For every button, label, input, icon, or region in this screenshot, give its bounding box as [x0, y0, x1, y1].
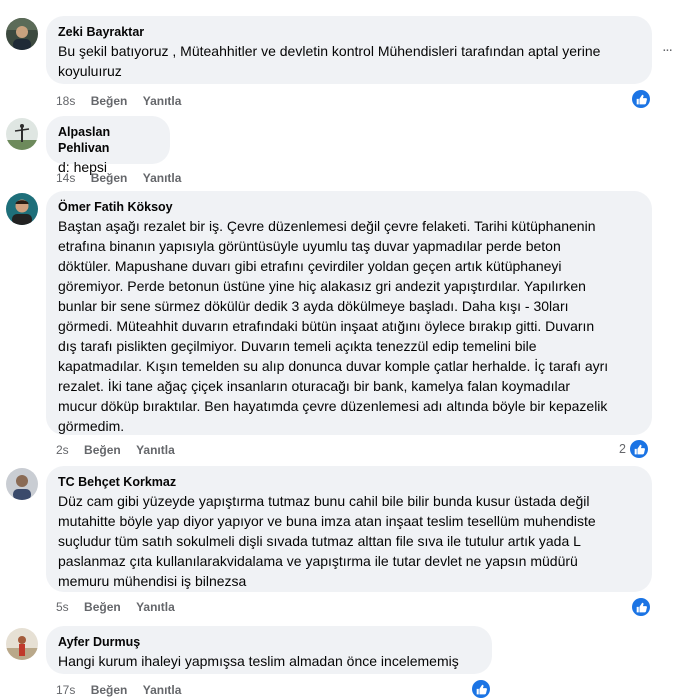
comment-text-line: kapatmadılar. Kışın temelden su alıp don…: [58, 358, 609, 374]
reply-button[interactable]: Yanıtla: [136, 442, 175, 458]
thumbs-up-icon[interactable]: [471, 679, 491, 699]
comment-timestamp[interactable]: 18s: [56, 93, 75, 109]
comment-actions: 18s Beğen Yanıtla: [56, 93, 193, 109]
like-button[interactable]: Beğen: [91, 93, 128, 109]
comment-timestamp[interactable]: 2s: [56, 442, 69, 458]
comment-text-line: mutahitte böyle yap diyor yapıyor ve bun…: [58, 513, 596, 529]
comment-text-line: görmedi. Müteahhit duvarın etrafındaki b…: [58, 318, 595, 334]
thumbs-up-icon[interactable]: [629, 439, 649, 459]
comment-text-line: mucur döküp bıraktılar. Ben hayatımda çe…: [58, 398, 608, 414]
like-button[interactable]: Beğen: [84, 442, 121, 458]
comment-bubble: Zeki Bayraktar Bu şekil batıyoruz , Müte…: [46, 16, 652, 84]
comment-text-line: görmedim.: [58, 418, 125, 434]
comment-actions: 5s Beğen Yanıtla: [56, 599, 187, 615]
avatar[interactable]: [6, 193, 38, 225]
avatar[interactable]: [6, 468, 38, 500]
comment-text-line: Hangi kurum ihaleyi yapmışsa teslim alma…: [58, 653, 459, 669]
reply-button[interactable]: Yanıtla: [136, 599, 175, 615]
comment-author[interactable]: Ömer Fatih Köksoy: [58, 199, 640, 215]
comment-text-line: rezalet. İki tane ağaç çiçek insanların …: [58, 378, 571, 394]
avatar[interactable]: [6, 18, 38, 50]
comment-text-line: bunlar bir sene sürmez dökülür dedik 3 a…: [58, 298, 569, 314]
reply-button[interactable]: Yanıtla: [143, 93, 182, 109]
comment-bubble: Ayfer Durmuş Hangi kurum ihaleyi yapmışs…: [46, 626, 492, 674]
comment-author[interactable]: Alpaslan Pehlivan: [58, 124, 158, 156]
comment-actions: 14s Beğen Yanıtla: [56, 170, 193, 186]
comment-author[interactable]: Ayfer Durmuş: [58, 634, 480, 650]
avatar[interactable]: [6, 118, 38, 150]
like-button[interactable]: Beğen: [91, 170, 128, 186]
comment-text-line: Düz cam gibi yüzeyde yapıştırma tutmaz b…: [58, 493, 590, 509]
comment-text-line: döktüler. Mapushane duvarı gibi etrafını…: [58, 258, 562, 274]
more-options-button[interactable]: ...: [658, 39, 676, 56]
comment-bubble: Alpaslan Pehlivan d: hepsi: [46, 116, 170, 175]
comment-text-line: Baştan aşağı rezalet bir iş. Çevre düzen…: [58, 218, 596, 234]
comment-text-line: Bu şekil batıyoruz , Müteahhitler ve dev…: [58, 43, 601, 59]
comment-text-line: koyuluıruz: [58, 63, 122, 79]
comment-text-line: dış tarafı pislikten geçilmiyor. Duvarın…: [58, 338, 537, 354]
comment-text-line: etrafına binanın yapısıyla görüntüsüyle …: [58, 238, 561, 254]
reply-button[interactable]: Yanıtla: [143, 682, 182, 698]
comment-bubble: Ömer Fatih Köksoy Baştan aşağı rezalet b…: [46, 191, 652, 435]
comment-text-line: suçludur tüm satıh sokulmeli dişli sıvad…: [58, 533, 581, 549]
thumbs-up-icon[interactable]: [631, 89, 651, 109]
comment-text-line: memuru mühendisi iş bilnezsa: [58, 573, 247, 589]
comment-timestamp[interactable]: 14s: [56, 170, 75, 186]
reply-button[interactable]: Yanıtla: [143, 170, 182, 186]
thumbs-up-icon[interactable]: [631, 597, 651, 617]
reaction-count[interactable]: 2: [619, 441, 626, 457]
like-button[interactable]: Beğen: [91, 682, 128, 698]
comment-author[interactable]: Zeki Bayraktar: [58, 24, 640, 40]
comment-text-line: göremiyor. Perde betonun üstüne yine hiç…: [58, 278, 586, 294]
comment-actions: 17s Beğen Yanıtla: [56, 682, 193, 698]
comment-author[interactable]: TC Behçet Korkmaz: [58, 474, 640, 490]
avatar[interactable]: [6, 628, 38, 660]
like-button[interactable]: Beğen: [84, 599, 121, 615]
comment-actions: 2s Beğen Yanıtla: [56, 442, 187, 458]
comment-timestamp[interactable]: 5s: [56, 599, 69, 615]
comment-timestamp[interactable]: 17s: [56, 682, 75, 698]
comment-text-line: paslanmaz çıta kullanılarakvidalama ve y…: [58, 553, 578, 569]
comment-bubble: TC Behçet Korkmaz Düz cam gibi yüzeyde y…: [46, 466, 652, 592]
